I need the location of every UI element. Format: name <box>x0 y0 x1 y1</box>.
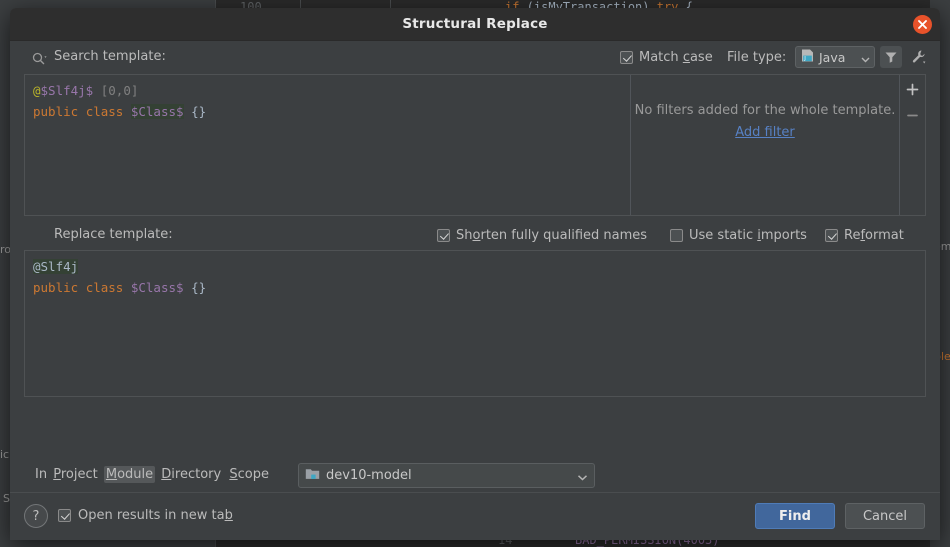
chevron-down-icon <box>861 48 870 67</box>
shorten-fqn-checkbox-box <box>437 229 450 242</box>
file-type-dropdown[interactable]: J Java <box>795 46 875 68</box>
scope-scope-text: cope <box>238 467 269 482</box>
search-code-at: @ <box>33 83 41 98</box>
search-code-kw-public: public <box>33 104 78 119</box>
add-filter-link[interactable]: Add filter <box>631 125 899 140</box>
static-text-a: Use static <box>689 228 757 243</box>
scope-options: In Project Module Directory Scope <box>35 467 271 482</box>
scope-project-mnemonic: P <box>53 467 61 482</box>
search-icon[interactable] <box>32 51 48 65</box>
search-code-braces: {} <box>191 104 206 119</box>
replace-template-label: Replace template: <box>54 227 173 242</box>
use-static-imports-checkbox-box <box>670 229 683 242</box>
search-code-slf4j-var: $Slf4j$ <box>41 83 94 98</box>
reformat-text-a: Re <box>844 228 860 243</box>
file-type-value: Java <box>819 50 861 65</box>
scope-scope-mnemonic: S <box>229 467 237 482</box>
scope-value: dev10-model <box>326 468 577 483</box>
match-case-label: Match case <box>639 50 713 65</box>
scope-chevron-down-icon <box>577 466 588 485</box>
use-static-imports-checkbox[interactable]: Use static imports <box>670 228 807 243</box>
help-button[interactable]: ? <box>24 504 48 528</box>
open-results-new-tab-label: Open results in new tab <box>78 508 233 523</box>
dialog-titlebar: Structural Replace <box>10 8 940 41</box>
java-file-icon: J <box>800 48 815 67</box>
scope-directory-text: irectory <box>171 467 221 482</box>
minus-icon[interactable] <box>900 103 925 127</box>
shorten-text-a: Sh <box>456 228 473 243</box>
scope-project-text: roject <box>61 467 98 482</box>
replace-code-kw-class: class <box>86 280 124 295</box>
replace-template-editor[interactable]: @Slf4j public class $Class$ {} <box>24 250 926 397</box>
search-template-area: @$Slf4j$ [0,0] public class $Class$ {} N… <box>24 74 926 216</box>
scope-value-dropdown[interactable]: dev10-model <box>298 463 595 488</box>
search-template-editor[interactable]: @$Slf4j$ [0,0] public class $Class$ {} <box>25 75 631 215</box>
replace-template-code: @Slf4j public class $Class$ {} <box>33 256 206 298</box>
reformat-text-b: ormat <box>865 228 904 243</box>
reformat-checkbox-box <box>825 229 838 242</box>
filter-panel: No filters added for the whole template.… <box>631 75 900 215</box>
shorten-text-b: rten fully qualified names <box>480 228 647 243</box>
dialog-title: Structural Replace <box>10 8 940 40</box>
wrench-icon[interactable] <box>908 46 930 68</box>
use-static-imports-label: Use static imports <box>689 228 807 243</box>
match-case-checkbox-box <box>620 51 633 64</box>
search-code-count: [0,0] <box>93 83 138 98</box>
reformat-checkbox[interactable]: Reformat <box>825 228 904 243</box>
new-tab-mnemonic: b <box>225 508 233 523</box>
match-case-mnemonic: c <box>683 50 690 65</box>
scope-option-directory[interactable]: Directory <box>159 466 223 483</box>
search-code-kw-class: class <box>86 104 124 119</box>
cancel-button[interactable]: Cancel <box>845 503 925 529</box>
shorten-fqn-label: Shorten fully qualified names <box>456 228 647 243</box>
search-template-code: @$Slf4j$ [0,0] public class $Class$ {} <box>33 80 206 122</box>
match-case-checkbox[interactable]: Match case <box>620 50 713 65</box>
scope-directory-mnemonic: D <box>161 467 171 482</box>
replace-template-header: Replace template: Shorten fully qualifie… <box>10 221 940 251</box>
plus-icon[interactable] <box>900 77 925 101</box>
scope-module-mnemonic: M <box>106 467 117 482</box>
close-icon[interactable] <box>913 15 932 34</box>
shorten-fqn-checkbox[interactable]: Shorten fully qualified names <box>437 228 647 243</box>
structural-replace-dialog: Structural Replace Search template: Matc… <box>10 8 940 540</box>
open-results-new-tab-checkbox-box <box>58 509 71 522</box>
filter-empty-message: No filters added for the whole template. <box>631 103 899 118</box>
replace-code-annotation: @Slf4j <box>33 259 78 274</box>
replace-code-braces: {} <box>191 280 206 295</box>
search-code-class-var: $Class$ <box>131 104 184 119</box>
scope-option-module[interactable]: Module <box>104 466 155 483</box>
filter-icon[interactable] <box>880 46 902 68</box>
module-icon <box>305 466 320 485</box>
ide-left-fragment-3: S <box>3 492 10 505</box>
reformat-label: Reformat <box>844 228 904 243</box>
ide-left-fragment-2: ic <box>0 448 9 461</box>
scope-option-scope[interactable]: Scope <box>227 466 271 483</box>
scope-module-text: odule <box>117 467 153 482</box>
search-template-label: Search template: <box>54 49 166 64</box>
svg-text:J: J <box>803 56 806 62</box>
filter-controls <box>900 75 925 215</box>
open-results-new-tab-checkbox[interactable]: Open results in new tab <box>58 508 233 523</box>
dialog-body: Search template: Match case File type: J… <box>10 41 940 540</box>
file-type-label: File type: <box>727 50 786 65</box>
find-button[interactable]: Find <box>755 503 835 529</box>
dialog-footer: ? Open results in new tab Find Cancel <box>10 492 940 540</box>
replace-code-class-var: $Class$ <box>131 280 184 295</box>
new-tab-text-a: Open results in new ta <box>78 508 225 523</box>
scope-row: In Project Module Directory Scope dev10-… <box>10 459 940 493</box>
search-template-header: Search template: Match case File type: J… <box>10 41 940 74</box>
scope-option-project[interactable]: Project <box>51 466 100 483</box>
match-case-text-b: ase <box>690 50 713 65</box>
replace-code-kw-public: public <box>33 280 78 295</box>
match-case-text-a: Match <box>639 50 683 65</box>
static-text-b: mports <box>761 228 807 243</box>
scope-in-label: In <box>35 467 51 482</box>
